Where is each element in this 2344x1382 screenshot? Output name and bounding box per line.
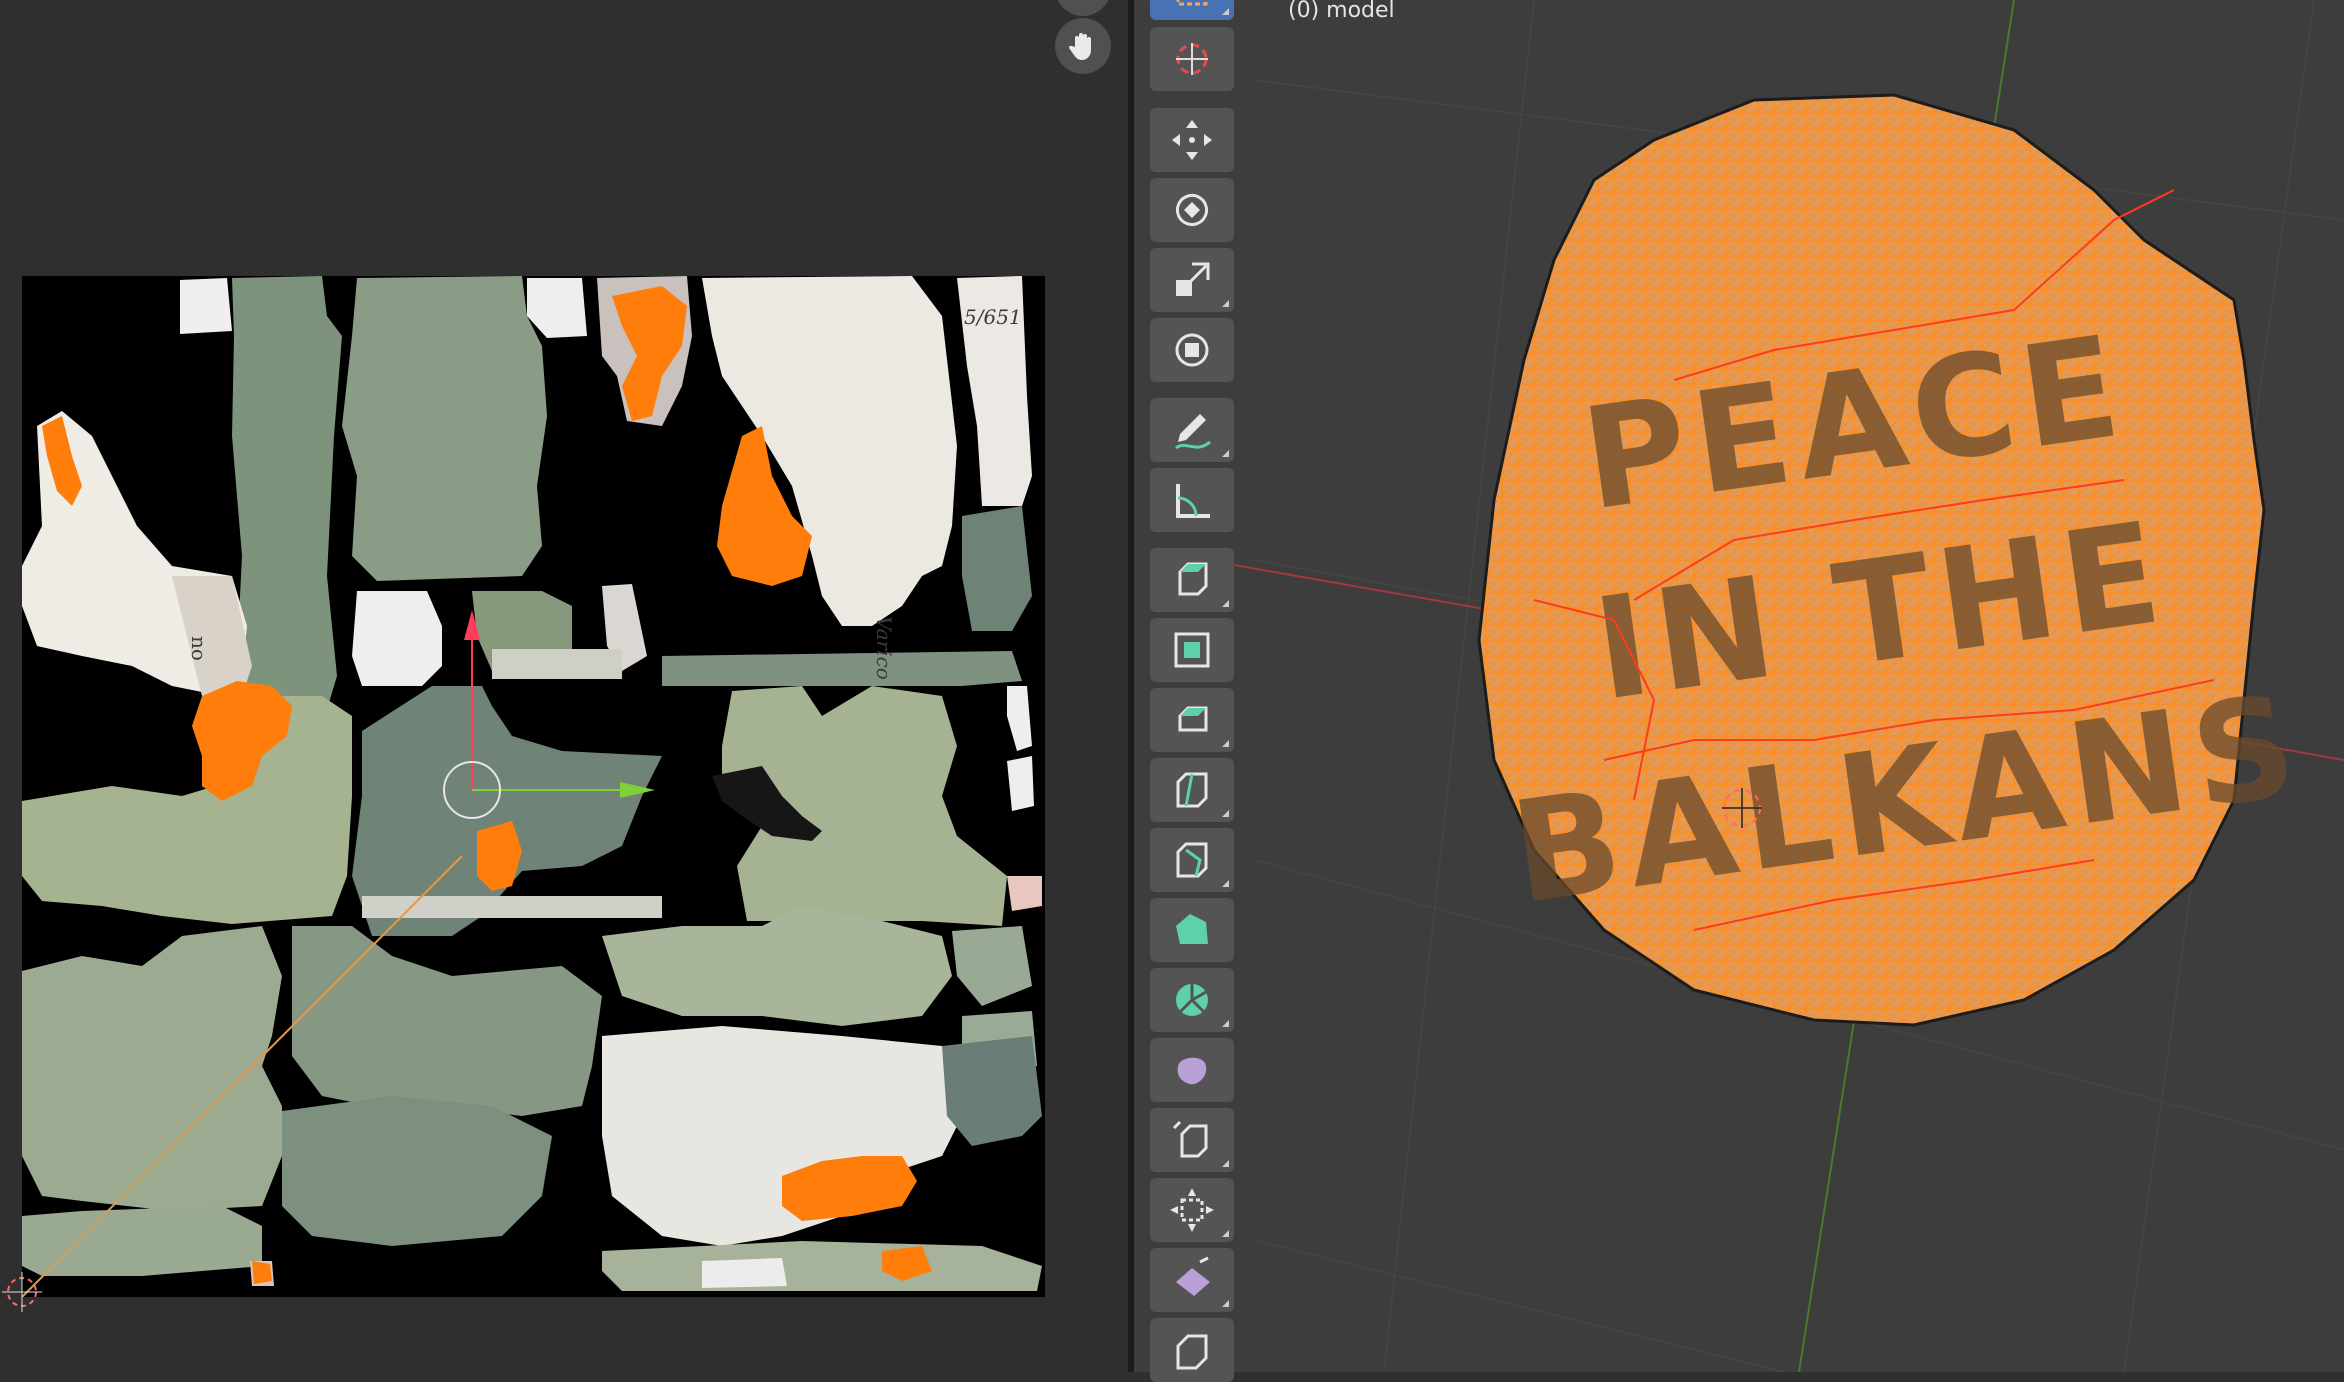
tool-loop-cut[interactable] <box>1150 758 1234 822</box>
uv-island <box>282 1096 552 1246</box>
tool-extrude-region[interactable] <box>1150 548 1234 612</box>
tool-shear[interactable] <box>1150 1248 1234 1312</box>
zoom-button[interactable] <box>1055 0 1111 16</box>
uv-island <box>702 1258 787 1288</box>
uv-texture-image[interactable]: 5/651 Varico no <box>22 276 1045 1297</box>
hand-pan-icon <box>1068 33 1091 60</box>
measure-icon <box>1176 484 1210 518</box>
cursor-icon <box>1176 43 1208 75</box>
object-label: (0) model <box>1288 0 1395 23</box>
uv-island <box>602 1241 1042 1291</box>
tool-select-box[interactable] <box>1150 0 1234 20</box>
knife-icon <box>1176 842 1208 878</box>
tool-spin[interactable] <box>1150 968 1234 1032</box>
select-box-icon <box>1176 0 1208 6</box>
tool-scale[interactable] <box>1150 248 1234 312</box>
tool-cursor[interactable] <box>1150 27 1234 91</box>
uv-navigation <box>1055 0 1111 80</box>
tool-move[interactable] <box>1150 108 1234 172</box>
extrude-icon <box>1178 562 1208 596</box>
scale-icon <box>1176 262 1210 296</box>
tool-knife[interactable] <box>1150 828 1234 892</box>
image-note: 5/651 <box>964 305 1022 329</box>
tool-poly-build[interactable] <box>1150 898 1234 962</box>
smooth-icon <box>1177 1057 1207 1085</box>
tool-shelf <box>1150 0 1236 1382</box>
uv-island <box>962 506 1032 631</box>
rotate-icon <box>1175 193 1209 227</box>
tool-transform[interactable] <box>1150 318 1234 382</box>
uv-islands: 5/651 Varico no <box>22 276 1045 1297</box>
poly-build-icon <box>1176 914 1208 944</box>
edge-slide-icon <box>1172 1120 1208 1158</box>
image-note: no <box>187 636 211 661</box>
viewport-scene: PEACE IN THE BALKANS <box>1233 0 2344 1372</box>
shear-icon <box>1176 1256 1210 1296</box>
tool-inset-faces[interactable] <box>1150 618 1234 682</box>
spin-icon <box>1176 984 1208 1016</box>
shrink-fatten-icon <box>1170 1188 1214 1232</box>
tool-smooth[interactable] <box>1150 1038 1234 1102</box>
uv-island <box>22 926 282 1211</box>
move-icon <box>1172 120 1212 160</box>
selected-uv <box>252 1261 272 1284</box>
uv-editor[interactable]: 5/651 Varico no <box>0 0 1128 1372</box>
uv-island <box>1007 876 1042 911</box>
3d-viewport[interactable]: PEACE IN THE BALKANS (0) model <box>1134 0 2344 1372</box>
tool-annotate[interactable] <box>1150 398 1234 462</box>
loop-cut-icon <box>1176 772 1208 808</box>
transform-icon <box>1175 333 1209 367</box>
rip-icon <box>1176 1334 1208 1370</box>
annotate-icon <box>1175 414 1211 450</box>
tool-bevel[interactable] <box>1150 688 1234 752</box>
uv-island <box>180 278 232 334</box>
tool-rip-region[interactable] <box>1150 1318 1234 1382</box>
pan-button[interactable] <box>1055 18 1111 74</box>
uv-island <box>662 651 1022 686</box>
tool-edge-slide[interactable] <box>1150 1108 1234 1172</box>
inset-icon <box>1174 632 1210 668</box>
uv-island <box>22 1206 262 1276</box>
image-note: Varico <box>872 616 896 680</box>
tool-rotate[interactable] <box>1150 178 1234 242</box>
tool-measure[interactable] <box>1150 468 1234 532</box>
uv-island <box>342 276 547 581</box>
uv-island <box>352 591 442 686</box>
tool-shrink-fatten[interactable] <box>1150 1178 1234 1242</box>
bevel-icon <box>1178 706 1208 732</box>
